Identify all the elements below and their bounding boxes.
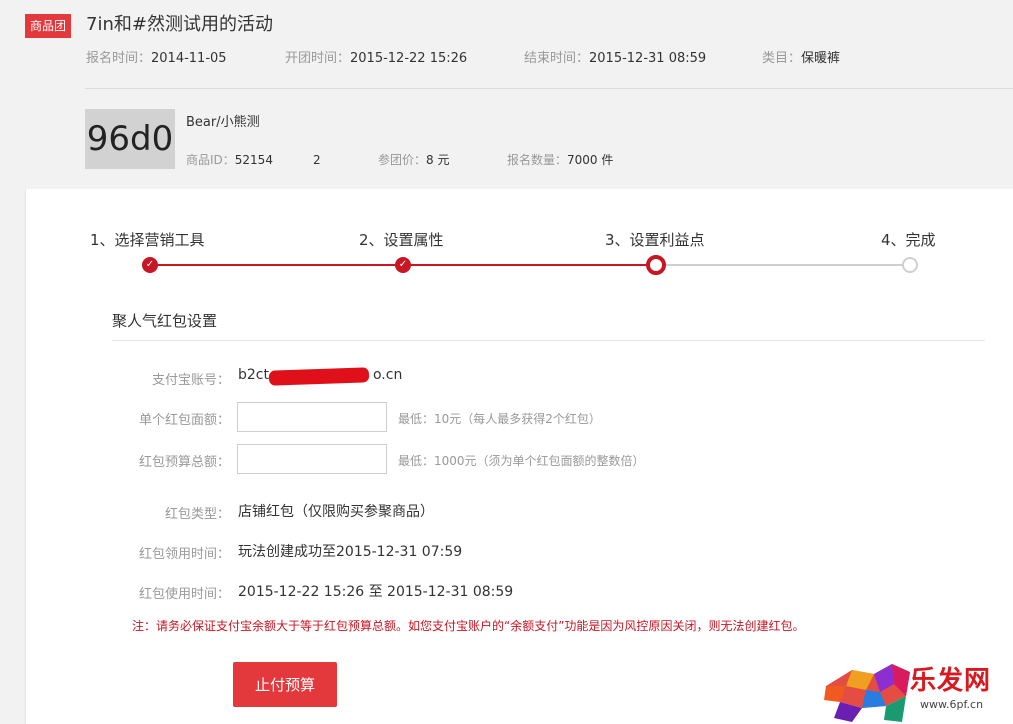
budget-total-hint: 最低：1000元（须为单个红包面额的整数倍） xyxy=(398,454,645,468)
product-id: 商品ID：52154 2 xyxy=(186,151,321,168)
category-label: 类目： xyxy=(762,51,802,66)
alipay-account-start: b2ct xyxy=(238,367,269,383)
pay-budget-button[interactable]: 止付预算 xyxy=(233,662,337,707)
signup-time-value: 2014-11-05 xyxy=(151,51,227,66)
use-time-label: 红包使用时间： xyxy=(138,587,230,602)
setup-panel: 1、选择营销工具 2、设置属性 3、设置利益点 4、完成 ✓ ✓ 聚人气红包设置… xyxy=(25,189,1013,724)
start-time-value: 2015-12-22 15:26 xyxy=(350,51,468,66)
alipay-account-label: 支付宝账号： xyxy=(151,373,230,388)
product-id-value: 52154 xyxy=(234,153,273,167)
single-amount-hint: 最低：10元（每人最多获得2个红包） xyxy=(398,412,601,426)
balance-notice: 注：请务必保证支付宝余额大于等于红包预算总额。如您支付宝账户的“余额支付”功能是… xyxy=(132,619,805,633)
activity-header: 商品团 7in和#然测试用的活动 报名时间：2014-11-05 开团时间：20… xyxy=(0,0,1013,90)
start-time: 开团时间：2015-12-22 15:26 xyxy=(285,50,467,68)
end-time-value: 2015-12-31 08:59 xyxy=(589,51,707,66)
end-time: 结束时间：2015-12-31 08:59 xyxy=(524,50,706,68)
watermark-url: www.6pf.cn xyxy=(920,698,984,711)
claim-time-label: 红包领用时间： xyxy=(138,547,230,562)
product-summary: 96d0 Bear/小熊测 商品ID：52154 2 参团价：8 元 报名数量：7… xyxy=(0,89,1013,255)
step-2-check-icon: ✓ xyxy=(395,257,411,273)
packet-type-value: 店铺红包（仅限购买参聚商品） xyxy=(238,504,434,520)
product-thumbnail: 96d0 xyxy=(85,109,175,169)
step-4-label: 4、完成 xyxy=(881,231,936,249)
group-price: 参团价：8 元 xyxy=(378,151,449,168)
activity-type-badge: 商品团 xyxy=(25,14,72,38)
category-value: 保暖裤 xyxy=(801,51,841,66)
signup-count-label: 报名数量： xyxy=(507,153,568,167)
signup-count-value: 7000 件 xyxy=(567,153,614,167)
group-price-value: 8 元 xyxy=(426,153,450,167)
signup-time-label: 报名时间： xyxy=(86,51,152,66)
group-price-label: 参团价： xyxy=(378,153,427,167)
product-name[interactable]: Bear/小熊测 xyxy=(186,111,260,130)
section-title: 聚人气红包设置 xyxy=(112,312,218,330)
section-divider xyxy=(112,340,985,341)
single-amount-input[interactable] xyxy=(237,402,387,432)
alipay-account-end: o.cn xyxy=(372,367,403,383)
step-1-label: 1、选择营销工具 xyxy=(90,231,205,249)
product-id-suffix: 2 xyxy=(312,153,321,167)
claim-time-value: 玩法创建成功至2015-12-31 07:59 xyxy=(238,544,463,560)
use-time-value: 2015-12-22 15:26 至 2015-12-31 08:59 xyxy=(238,584,514,600)
signup-time: 报名时间：2014-11-05 xyxy=(86,50,227,68)
watermark-text: 乐发网 xyxy=(910,666,992,696)
step-2-label: 2、设置属性 xyxy=(359,231,444,249)
step-3-current-icon xyxy=(646,255,666,275)
single-amount-label: 单个红包面额： xyxy=(138,413,230,428)
step-4-pending-icon xyxy=(902,257,918,273)
stepper-progress-todo xyxy=(656,264,910,266)
activity-title: 7in和#然测试用的活动 xyxy=(86,14,273,35)
signup-count: 报名数量：7000 件 xyxy=(507,151,613,168)
category: 类目：保暖裤 xyxy=(762,50,840,68)
product-name-text: Bear/小熊测 xyxy=(186,115,260,130)
budget-total-label: 红包预算总额： xyxy=(138,455,230,470)
end-time-label: 结束时间： xyxy=(524,51,590,66)
step-3-label: 3、设置利益点 xyxy=(605,231,705,249)
product-id-label: 商品ID： xyxy=(186,153,235,167)
start-time-label: 开团时间： xyxy=(285,51,351,66)
packet-type-label: 红包类型： xyxy=(164,507,230,522)
budget-total-input[interactable] xyxy=(237,444,387,474)
step-1-check-icon: ✓ xyxy=(142,257,158,273)
